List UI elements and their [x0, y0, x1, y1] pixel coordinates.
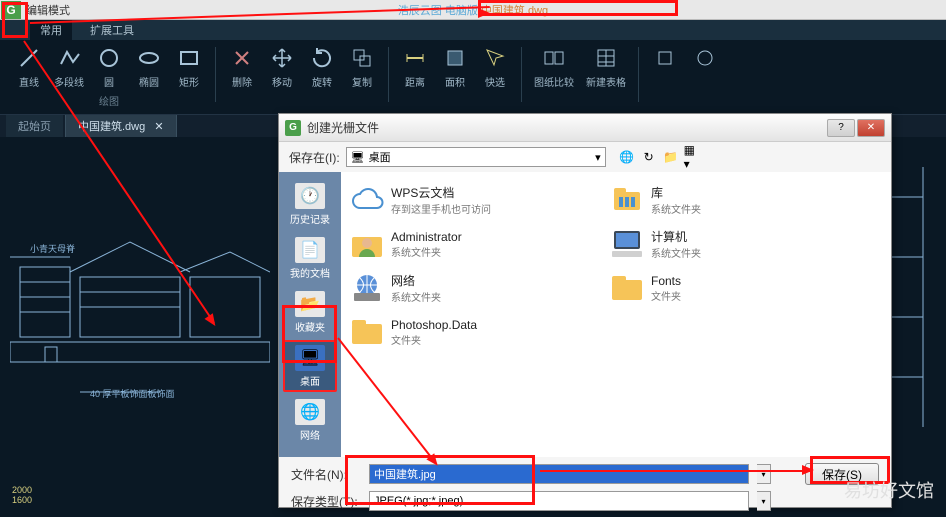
misc-tools	[646, 42, 724, 74]
building-elevation: 小青天母脊 40 厚平板饰面板饰面	[10, 197, 270, 407]
app-title: 浩辰云图 电脑版 中国建筑.dwg	[398, 2, 548, 18]
btn-newtable[interactable]: 新建表格	[581, 42, 631, 91]
top-bar: G 编辑模式 浩辰云图 电脑版 中国建筑.dwg	[0, 0, 946, 20]
btn-distance[interactable]: 距离	[396, 42, 434, 91]
sidebar-favorites[interactable]: 📂收藏夹	[283, 286, 337, 338]
coord-readout: 20001600	[12, 485, 32, 505]
history-icon: 🕐	[295, 183, 325, 209]
desktop-side-icon: 🖥	[295, 345, 325, 371]
help-button[interactable]: ?	[827, 119, 855, 137]
folder-icon	[349, 314, 385, 350]
item-wps[interactable]: WPS云文档存到这里手机也可访问	[349, 180, 579, 220]
rotate-icon	[308, 44, 336, 72]
item-library[interactable]: 库系统文件夹	[609, 180, 839, 220]
svg-text:小青天母脊: 小青天母脊	[30, 243, 75, 254]
area-icon	[441, 44, 469, 72]
filename-label: 文件名(N):	[291, 466, 361, 483]
btn-rect[interactable]: 矩形	[170, 42, 208, 91]
sidebar-desktop[interactable]: 🖥桌面	[283, 340, 337, 392]
desktop-icon: 🖥	[351, 151, 365, 164]
ellipse-icon	[135, 44, 163, 72]
tab-extensions[interactable]: 扩展工具	[80, 20, 144, 40]
tool-misc-2[interactable]	[686, 42, 724, 74]
item-admin[interactable]: Administrator系统文件夹	[349, 224, 579, 264]
ribbon-tabs: 常用 扩展工具	[0, 20, 946, 40]
dialog-toolbar: 保存在(I): 🖥 桌面 ▾ 🌐 ↻ 📁 ▦ ▾	[279, 142, 891, 172]
dialog-icon: G	[285, 120, 301, 136]
watermark: 易坊好文馆	[844, 477, 934, 503]
circle-icon	[95, 44, 123, 72]
network-icon: 🌐	[295, 399, 325, 425]
compare-icon	[540, 44, 568, 72]
app-icon: G	[1, 1, 21, 19]
filetype-input[interactable]	[369, 491, 749, 511]
star-icon: 📂	[295, 291, 325, 317]
back-button[interactable]: 🌐	[618, 148, 636, 166]
dialog-bottom: 文件名(N): ▾ 保存(S) 保存类型(T): ▾	[279, 457, 891, 517]
filetype-dropdown[interactable]: ▾	[757, 491, 771, 511]
btn-area[interactable]: 面积	[436, 42, 474, 91]
save-in-combo[interactable]: 🖥 桌面 ▾	[346, 147, 606, 167]
file-list[interactable]: WPS云文档存到这里手机也可访问 库系统文件夹 Administrator系统文…	[341, 172, 891, 457]
line-icon	[15, 44, 43, 72]
sidebar-network[interactable]: 🌐网络	[283, 394, 337, 446]
btn-copy[interactable]: 复制	[343, 42, 381, 91]
distance-icon	[401, 44, 429, 72]
dialog-title: 创建光栅文件	[307, 119, 827, 136]
close-tab-icon[interactable]: ✕	[154, 121, 163, 133]
btn-delete[interactable]: 删除	[223, 42, 261, 91]
save-dialog: G 创建光栅文件 ? ✕ 保存在(I): 🖥 桌面 ▾ 🌐 ↻ 📁 ▦ ▾ 🕐历…	[278, 113, 892, 508]
item-network[interactable]: 网络系统文件夹	[349, 268, 579, 308]
btn-ellipse[interactable]: 椭圆	[130, 42, 168, 91]
close-button[interactable]: ✕	[857, 119, 885, 137]
tab-start[interactable]: 起始页	[6, 115, 63, 137]
btn-move[interactable]: 移动	[263, 42, 301, 91]
filename-input[interactable]	[369, 464, 749, 484]
filename-dropdown[interactable]: ▾	[757, 464, 771, 484]
edit-mode-label: 编辑模式	[26, 2, 70, 18]
save-in-label: 保存在(I):	[289, 149, 340, 166]
dialog-titlebar[interactable]: G 创建光栅文件 ? ✕	[279, 114, 891, 142]
item-photoshop[interactable]: Photoshop.Data文件夹	[349, 312, 579, 352]
ribbon-toolbar: 直线 多段线 圆 椭圆 矩形 绘图 删除 移动 旋转 复制 距离 面积 快选 图…	[0, 40, 946, 115]
sidebar-history[interactable]: 🕐历史记录	[283, 178, 337, 230]
btn-polyline[interactable]: 多段线	[50, 42, 88, 91]
btn-line[interactable]: 直线	[10, 42, 48, 91]
folder-icon	[609, 270, 645, 306]
btn-compare[interactable]: 图纸比较	[529, 42, 579, 91]
user-folder-icon	[349, 226, 385, 262]
table-icon	[592, 44, 620, 72]
rect-icon	[175, 44, 203, 72]
filetype-label: 保存类型(T):	[291, 493, 361, 510]
computer-icon	[609, 226, 645, 262]
item-fonts[interactable]: Fonts文件夹	[609, 268, 839, 308]
library-icon	[609, 182, 645, 218]
delete-icon	[228, 44, 256, 72]
panel-draw-label: 绘图	[99, 93, 119, 108]
btn-rotate[interactable]: 旋转	[303, 42, 341, 91]
svg-text:40 厚平板饰面板饰面: 40 厚平板饰面板饰面	[90, 388, 175, 399]
move-icon	[268, 44, 296, 72]
tab-common[interactable]: 常用	[30, 20, 72, 40]
view-button[interactable]: ▦ ▾	[684, 148, 702, 166]
chevron-down-icon: ▾	[595, 151, 601, 164]
sidebar-mydocs[interactable]: 📄我的文档	[283, 232, 337, 284]
refresh-button[interactable]: ↻	[640, 148, 658, 166]
btn-quicksel[interactable]: 快选	[476, 42, 514, 91]
tool-misc-1[interactable]	[646, 42, 684, 74]
places-sidebar: 🕐历史记录 📄我的文档 📂收藏夹 🖥桌面 🌐网络	[279, 172, 341, 457]
network-folder-icon	[349, 270, 385, 306]
polyline-icon	[55, 44, 83, 72]
tab-active-doc[interactable]: 中国建筑.dwg ✕	[65, 114, 177, 138]
item-computer[interactable]: 计算机系统文件夹	[609, 224, 839, 264]
docs-icon: 📄	[295, 237, 325, 263]
copy-icon	[348, 44, 376, 72]
up-button[interactable]: 📁	[662, 148, 680, 166]
quicksel-icon	[481, 44, 509, 72]
cloud-icon	[349, 182, 385, 218]
btn-circle[interactable]: 圆	[90, 42, 128, 91]
